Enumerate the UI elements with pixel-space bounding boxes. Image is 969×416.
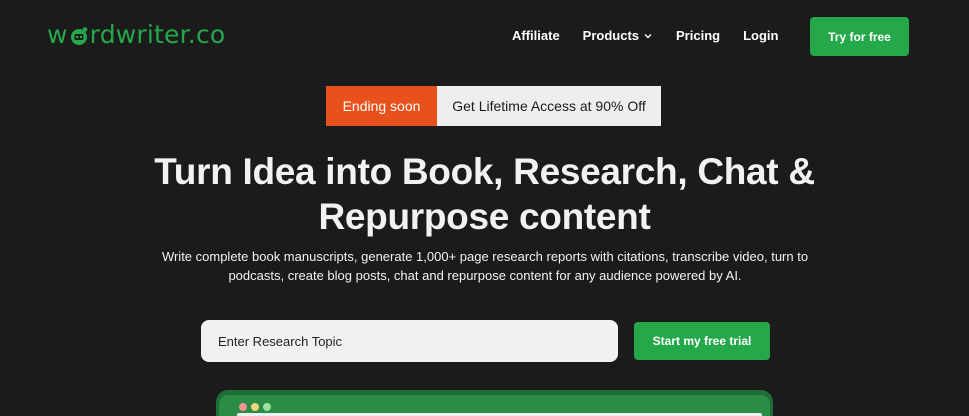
start-free-trial-label: Start my free trial bbox=[652, 334, 752, 348]
robot-logo-icon bbox=[70, 26, 87, 45]
logo-text-suffix: rdwriter.co bbox=[89, 20, 226, 49]
window-close-dot-icon bbox=[239, 403, 247, 411]
window-maximize-dot-icon bbox=[263, 403, 271, 411]
promo-banner[interactable]: Ending soon Get Lifetime Access at 90% O… bbox=[326, 86, 661, 126]
nav-pricing-label: Pricing bbox=[676, 28, 721, 43]
nav-pricing-link[interactable]: Pricing bbox=[676, 28, 720, 43]
hero-subtitle-line-1: Write complete book manuscripts, generat… bbox=[161, 249, 809, 264]
app-preview-frame bbox=[219, 395, 770, 416]
window-minimize-dot-icon bbox=[251, 403, 259, 411]
promo-tag: Ending soon bbox=[326, 86, 437, 126]
research-topic-input[interactable] bbox=[201, 320, 618, 362]
hero-title: Turn Idea into Book, Research, Chat & Re… bbox=[0, 149, 969, 239]
main-nav: Affiliate Products Pricing Login bbox=[512, 28, 801, 43]
chevron-down-icon bbox=[644, 33, 652, 38]
hero-title-line-2: Repurpose content bbox=[318, 196, 651, 237]
hero-subtitle-line-2: podcasts, create blog posts, chat and re… bbox=[228, 268, 742, 283]
app-preview-window bbox=[216, 390, 773, 416]
logo-text-prefix: w bbox=[47, 20, 68, 49]
hero-subtitle: Write complete book manuscripts, generat… bbox=[160, 247, 810, 285]
try-for-free-button[interactable]: Try for free bbox=[810, 17, 909, 56]
nav-products-label: Products bbox=[582, 28, 640, 43]
landing-page: w rdwriter.co Affiliate Products Pricing… bbox=[0, 0, 969, 416]
brand-logo[interactable]: w rdwriter.co bbox=[47, 20, 225, 49]
try-for-free-label: Try for free bbox=[828, 29, 891, 44]
nav-login-link[interactable]: Login bbox=[743, 28, 778, 43]
nav-affiliate-link[interactable]: Affiliate bbox=[512, 28, 560, 43]
nav-products-dropdown[interactable]: Products bbox=[583, 28, 653, 43]
hero-title-line-1: Turn Idea into Book, Research, Chat & bbox=[154, 151, 815, 192]
nav-affiliate-label: Affiliate bbox=[512, 28, 560, 43]
nav-login-label: Login bbox=[743, 28, 779, 43]
promo-text: Get Lifetime Access at 90% Off bbox=[437, 86, 661, 126]
start-free-trial-button[interactable]: Start my free trial bbox=[634, 322, 770, 360]
